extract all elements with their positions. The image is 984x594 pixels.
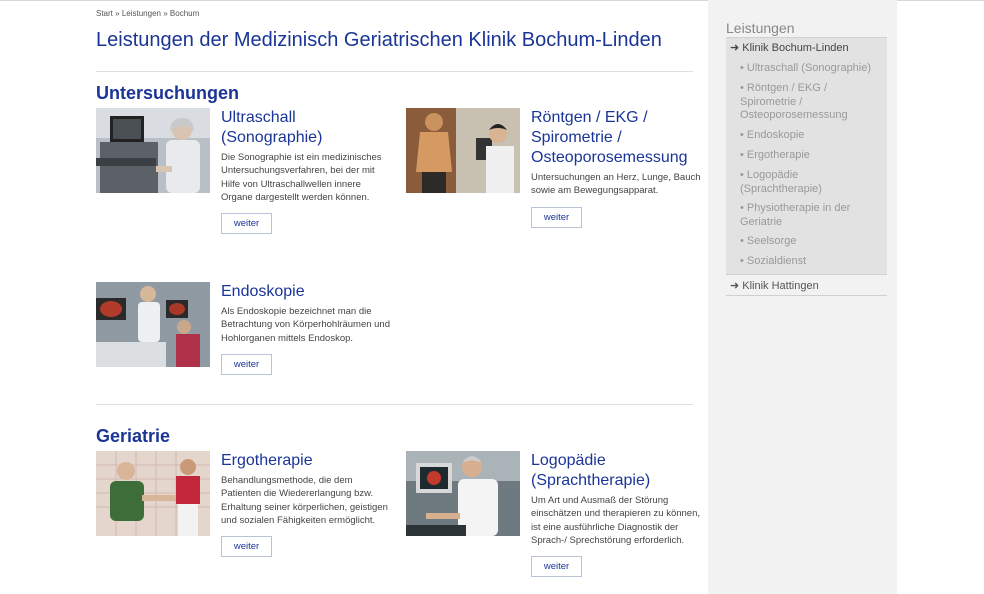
weiter-button-endoskopie[interactable]: weiter — [221, 353, 272, 375]
section-divider — [96, 404, 693, 405]
breadcrumb: Start » Leistungen » Bochum — [96, 9, 199, 18]
card-body: Ergotherapie Behandlungsmethode, die dem… — [221, 451, 393, 558]
sidebar-subitem-endoskopie[interactable]: • Endoskopie — [740, 129, 882, 143]
sidebar-active-group: ➜ Klinik Bochum-Linden • Ultraschall (So… — [726, 37, 887, 275]
xray-photo[interactable] — [406, 108, 520, 193]
sidebar-subitem-ultraschall[interactable]: • Ultraschall (Sonographie) — [740, 62, 882, 76]
card-body: Endoskopie Als Endoskopie bezeichnet man… — [221, 282, 393, 375]
card-body: Logopädie (Sprachtherapie) Um Art und Au… — [531, 451, 703, 578]
endoscopy-photo[interactable] — [96, 282, 210, 367]
card-text: Um Art und Ausmaß der Störung einschätze… — [531, 495, 701, 546]
sidebar-item-bochum-linden[interactable]: ➜ Klinik Bochum-Linden — [730, 41, 849, 54]
card-title[interactable]: Endoskopie — [221, 282, 393, 302]
card-text: Untersuchungen an Herz, Lunge, Bauch sow… — [531, 172, 701, 197]
page-title: Leistungen der Medizinisch Geriatrischen… — [96, 29, 662, 51]
sidebar-subitem-physiotherapie[interactable]: • Physiotherapie in der Geriatrie — [740, 202, 882, 229]
breadcrumb-start[interactable]: Start — [96, 9, 113, 18]
sidebar-heading: Leistungen — [726, 20, 795, 36]
weiter-button-ergotherapie[interactable]: weiter — [221, 536, 272, 558]
breadcrumb-separator: » — [115, 9, 120, 18]
card-title[interactable]: Ultraschall (Sonographie) — [221, 108, 393, 148]
ergotherapy-photo[interactable] — [96, 451, 210, 536]
sidebar-subitem-sozialdienst[interactable]: • Sozialdienst — [740, 255, 882, 269]
section-title-geriatrie: Geriatrie — [96, 426, 171, 446]
weiter-button-ultraschall[interactable]: weiter — [221, 213, 272, 235]
breadcrumb-current: Bochum — [169, 9, 200, 18]
ultrasound-photo[interactable] — [96, 108, 210, 193]
card-text: Als Endoskopie bezeichnet man die Betrac… — [221, 306, 391, 344]
card-body: Röntgen / EKG / Spirometrie / Osteoporos… — [531, 108, 703, 228]
sidebar-divider — [726, 295, 887, 296]
weiter-button-roentgen[interactable]: weiter — [531, 206, 582, 228]
sidebar-subitem-roentgen[interactable]: • Röntgen / EKG / Spirometrie / Osteopor… — [740, 82, 882, 123]
card-title[interactable]: Ergotherapie — [221, 451, 393, 471]
card-text: Die Sonographie ist ein medizinisches Un… — [221, 152, 382, 203]
breadcrumb-separator: » — [163, 9, 168, 18]
sidebar-subitem-logopaedie[interactable]: • Logopädie (Sprachtherapie) — [740, 169, 882, 196]
title-divider — [96, 71, 693, 72]
card-title[interactable]: Logopädie (Sprachtherapie) — [531, 451, 703, 491]
card-body: Ultraschall (Sonographie) Die Sonographi… — [221, 108, 393, 235]
sidebar-subitem-ergotherapie[interactable]: • Ergotherapie — [740, 149, 882, 163]
weiter-button-logopaedie[interactable]: weiter — [531, 556, 582, 578]
breadcrumb-leistungen[interactable]: Leistungen — [122, 9, 161, 18]
card-text: Behandlungsmethode, die dem Patienten di… — [221, 475, 388, 526]
section-title-untersuchungen: Untersuchungen — [96, 83, 240, 103]
sidebar-subitem-seelsorge[interactable]: • Seelsorge — [740, 235, 882, 249]
card-title[interactable]: Röntgen / EKG / Spirometrie / Osteoporos… — [531, 108, 703, 168]
speech-therapy-photo[interactable] — [406, 451, 520, 536]
sidebar-item-hattingen[interactable]: ➜ Klinik Hattingen — [730, 279, 819, 292]
sidebar: Leistungen ➜ Klinik Bochum-Linden • Ultr… — [708, 0, 897, 594]
